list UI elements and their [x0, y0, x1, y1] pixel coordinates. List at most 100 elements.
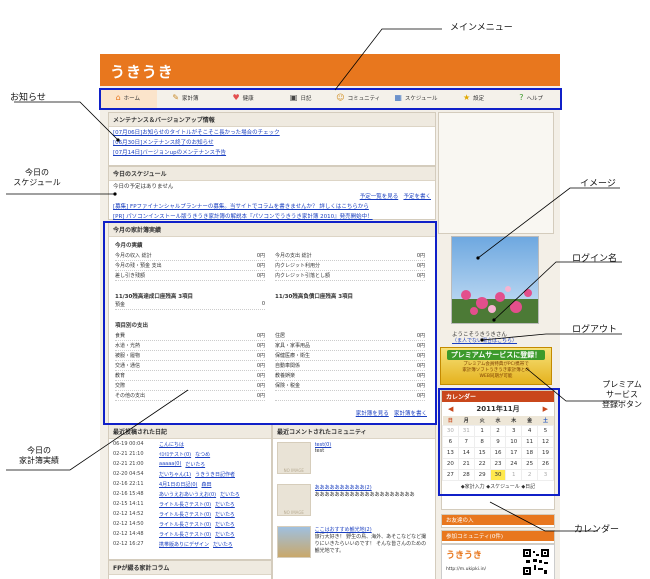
promo-link-2[interactable]: [PR] パソコンインストール版うきうき家計簿の解説本『パソコンでうきうき家計簿…	[113, 214, 373, 220]
qr-code-icon	[522, 548, 550, 576]
schedule-title: 今日のスケジュール	[109, 167, 435, 181]
diary-user-link[interactable]: だいたろ	[213, 541, 233, 548]
cosmos-flowers-image	[452, 237, 538, 323]
callout-schedule: 今日の スケジュール	[4, 168, 70, 188]
diary-time: 02-21 21:10	[113, 450, 144, 457]
schedule-new-link[interactable]: 予定を書く	[403, 194, 431, 200]
diary-list: 06-19 00:04 こんにちは 02-21 21:10 ｲﾛｲﾛテスト(0) なつめ…	[109, 439, 271, 549]
callout-premium-line2: サービス	[606, 390, 638, 399]
mobile-url: http://m.ukipki.in/	[446, 567, 487, 572]
diary-row: 02-12 16:27 携帯版ありにデザイン だいたろ	[109, 539, 271, 549]
friends-title: お友達の入	[442, 515, 554, 525]
community-thumbnail[interactable]: NO IMAGE	[277, 484, 311, 516]
community-name-link[interactable]: ああああああああああ(2)	[315, 484, 431, 491]
diary-title-link[interactable]: あいうえおあいうえお(0)	[159, 491, 216, 498]
diary-time: 02-12 16:27	[113, 540, 144, 547]
diary-time: 02-16 22:11	[113, 480, 144, 487]
diary-row: 02-12 14:52 ライトル長さテスト(0) だいたろ	[109, 509, 271, 519]
community-name-link[interactable]: ここはおすすめ観光地(2)	[315, 526, 431, 533]
callout-premium: プレミアム サービス 登録ボタン	[592, 380, 650, 410]
community-text: ああああああああああ(2) ああああああああああああああああああああ	[315, 484, 431, 520]
logout-anchor[interactable]: （ま人でない場合はこちら）	[452, 338, 517, 344]
news-link[interactable]: [07月14日]バージョンupのメンテナンス予告	[113, 150, 226, 156]
highlight-calendar	[438, 388, 560, 496]
diary-user-link[interactable]: だいたろ	[185, 461, 205, 468]
community-text: test(0) test	[315, 442, 431, 478]
callout-budget-line1: 今日の	[27, 446, 51, 455]
news-list: [07月06日]お知らせのタイトルがそこそこ長かった場合のチェック [06月30日…	[109, 127, 435, 157]
diary-user-link[interactable]: なつめ	[195, 451, 210, 458]
diary-row: 02-15 14:11 ライトル長さテスト(0) だいたろ	[109, 499, 271, 509]
diary-row: 02-21 21:10 ｲﾛｲﾛテスト(0) なつめ	[109, 449, 271, 459]
callout-main-menu: メインメニュー	[450, 23, 513, 33]
diary-title-link[interactable]: こんにちは	[159, 441, 184, 448]
user-image	[451, 236, 539, 324]
schedule-empty-text: 今日の予定はありません	[113, 184, 174, 190]
community-thumbnail[interactable]: NO IMAGE	[277, 442, 311, 474]
callout-schedule-line1: 今日の	[25, 168, 49, 177]
community-desc: ああああああああああああああああああああ	[314, 492, 415, 498]
community-desc: 旅行大好き！ 野生の鳥、海外、あそこなどなど撮りにいきたらいいのです！ そんな皆…	[314, 534, 427, 554]
sidebar-top-box	[438, 112, 554, 234]
no-image-badge: NO IMAGE	[283, 468, 304, 473]
recent-diary-panel: 最近投稿された日記 06-19 00:04 こんにちは 02-21 21:10 ｲﾛｲ…	[108, 424, 272, 560]
premium-button[interactable]: プレミアムサービスに登録！ プレミアム会員特典がPC/携帯で 家計簿ソフトうきう…	[440, 347, 552, 385]
diary-title-link[interactable]: だいちゃん(1)	[159, 471, 191, 478]
community-desc: test	[314, 448, 325, 454]
news-link[interactable]: [06月30日]メンテナンス終了のお知らせ	[113, 140, 214, 146]
news-item: [06月30日]メンテナンス終了のお知らせ	[109, 137, 435, 147]
callout-logout: ログアウト	[572, 325, 618, 335]
diary-title-link[interactable]: 4月1日の日記(0)	[159, 481, 197, 488]
callout-schedule-line2: スケジュール	[13, 178, 61, 187]
promo-line-2: [PR] パソコンインストール版うきうき家計簿の解説本『パソコンでうきうき家計簿…	[109, 211, 435, 221]
diary-user-link[interactable]: だいたろ	[215, 511, 235, 518]
schedule-links: 予定一覧を見る 予定を書く	[109, 191, 435, 201]
diary-time: 02-15 14:11	[113, 500, 144, 507]
callout-budget: 今日の 家計簿実績	[6, 446, 72, 466]
diary-title-link[interactable]: ライトル長さテスト(0)	[159, 501, 211, 508]
callout-calendar: カレンダー	[574, 525, 620, 535]
mobile-banner[interactable]: うきうき http://m.ukipki.in/	[441, 544, 555, 579]
news-link[interactable]: [07月06日]お知らせのタイトルがそこそこ長かった場合のチェック	[113, 130, 280, 136]
diary-user-link[interactable]: だいたろ	[215, 521, 235, 528]
callout-image: イメージ	[580, 179, 616, 189]
header-bar: うきうき	[100, 54, 560, 86]
diary-row: 02-20 04:54 だいちゃん(1) うきうき日記作者	[109, 469, 271, 479]
no-image-badge: NO IMAGE	[283, 510, 304, 515]
callout-premium-line1: プレミアム	[602, 380, 642, 389]
callout-news: お知らせ	[10, 93, 46, 103]
diary-user-link[interactable]: うきうき日記作者	[195, 471, 235, 478]
highlight-main-menu	[99, 88, 562, 110]
diary-user-link[interactable]: だいたろ	[215, 531, 235, 538]
diary-row: 02-16 15:48 あいうえおあいうえお(0) だいたろ	[109, 489, 271, 499]
diary-user-link[interactable]: 森田	[201, 481, 211, 488]
diary-user-link[interactable]: だいたろ	[220, 491, 240, 498]
logout-link: （ま人でない場合はこちら）	[448, 336, 521, 345]
diary-title-link[interactable]: ｲﾛｲﾛテスト(0)	[159, 451, 191, 458]
mobile-logo: うきうき	[446, 551, 482, 561]
diary-title-link[interactable]: ライトル長さテスト(0)	[159, 511, 211, 518]
diary-row: 06-19 00:04 こんにちは	[109, 439, 271, 449]
schedule-list-link[interactable]: 予定一覧を見る	[360, 194, 399, 200]
recent-diary-title: 最近投稿された日記	[109, 425, 271, 439]
diary-user-link[interactable]: だいたろ	[215, 501, 235, 508]
diary-title-link[interactable]: ライトル長さテスト(0)	[159, 531, 211, 538]
recent-community-panel: 最近コメントされたコミュニティ NO IMAGE test(0) test NO IM…	[272, 424, 436, 579]
callout-premium-line3: 登録ボタン	[602, 400, 642, 409]
callout-budget-line2: 家計簿実績	[19, 456, 59, 465]
diary-title-link[interactable]: ライトル長さテスト(0)	[159, 521, 211, 528]
community-list: NO IMAGE test(0) test NO IMAGE ああああああああああ(2)…	[273, 439, 435, 565]
community-text: ここはおすすめ観光地(2) 旅行大好き！ 野生の鳥、海外、あそこなどなど撮りにいき…	[315, 526, 431, 562]
diary-title-link[interactable]: aaaaa(0)	[159, 461, 181, 468]
diary-time: 02-21 21:00	[113, 460, 144, 467]
promo-line-1: [募集] FPファイナンシャルプランナーの募集。当サイトでコラムを書きませんか？…	[109, 201, 435, 211]
diary-time: 02-12 14:50	[113, 520, 144, 527]
site-logo[interactable]: うきうき	[110, 61, 174, 82]
callout-login-name: ログイン名	[572, 254, 618, 264]
community-thumbnail[interactable]	[277, 526, 311, 558]
promo-link-1[interactable]: [募集] FPファイナンシャルプランナーの募集。当サイトでコラムを書きませんか？…	[113, 204, 369, 210]
news-title: メンテナンス＆バージョンアップ情報	[109, 113, 435, 127]
diary-title-link[interactable]: 携帯版ありにデザイン	[159, 541, 209, 548]
column-title: FPが綴る家計コラム	[109, 561, 271, 575]
premium-line-4: WEB同期が可能	[479, 374, 513, 379]
